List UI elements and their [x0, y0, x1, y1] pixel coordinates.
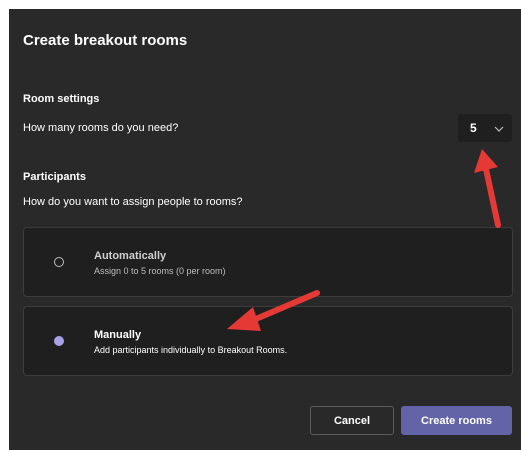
participants-heading: Participants [23, 171, 86, 183]
chevron-down-icon [493, 122, 505, 140]
option-title: Automatically [94, 250, 167, 262]
option-subtitle: Add participants individually to Breakou… [94, 345, 288, 355]
rooms-count-value: 5 [470, 121, 477, 135]
option-title: Manually [94, 329, 142, 341]
dialog-title: Create breakout rooms [23, 32, 188, 49]
radio-manually[interactable] [54, 336, 64, 346]
red-arrow-icon [474, 149, 501, 228]
red-arrow-icon [227, 290, 320, 331]
cancel-button[interactable]: Cancel [310, 406, 394, 435]
room-settings-heading: Room settings [23, 93, 100, 105]
participants-question: How do you want to assign people to room… [23, 196, 243, 208]
radio-automatically[interactable] [54, 257, 64, 267]
option-subtitle: Assign 0 to 5 rooms (0 per room) [94, 266, 226, 276]
breakout-rooms-dialog: Create breakout rooms Room settings How … [9, 9, 521, 450]
rooms-count-dropdown[interactable]: 5 [458, 114, 512, 142]
create-rooms-button[interactable]: Create rooms [401, 406, 512, 435]
rooms-question: How many rooms do you need? [23, 122, 179, 134]
